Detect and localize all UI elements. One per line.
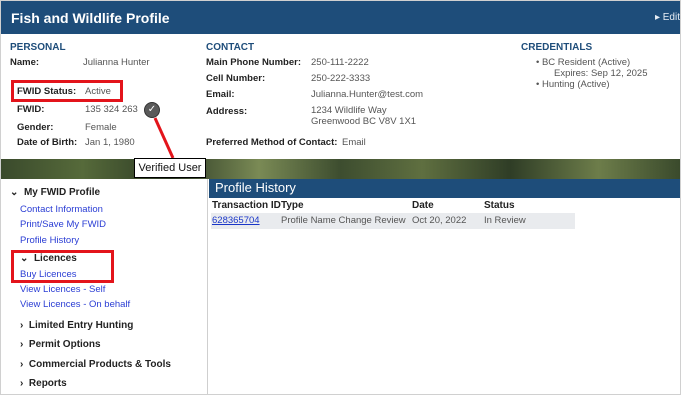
sidebar-section-limited-entry-label: Limited Entry Hunting	[28, 320, 134, 331]
sidebar-section-licences[interactable]: ⌄ Licences	[20, 253, 77, 264]
column-header-type: Type	[281, 200, 304, 211]
chevron-right-icon: ›	[20, 320, 24, 331]
transaction-date: Oct 20, 2022	[412, 215, 467, 226]
sidebar-link-profile-history[interactable]: Profile History	[20, 235, 79, 246]
verified-user-callout: Verified User	[134, 158, 206, 178]
chevron-right-icon: ›	[20, 378, 24, 389]
profile-history-header: Profile History	[209, 179, 680, 198]
chevron-right-icon: ›	[20, 359, 24, 370]
sidebar-section-permit-options[interactable]: › Permit Options	[20, 339, 101, 350]
sidebar-divider	[207, 179, 208, 394]
chevron-right-icon: ›	[20, 339, 24, 350]
column-header-transaction-id: Transaction ID	[212, 200, 281, 211]
sidebar-section-commercial[interactable]: › Commercial Products & Tools	[20, 359, 171, 370]
sidebar-link-print-save[interactable]: Print/Save My FWID	[20, 219, 106, 230]
transaction-type: Profile Name Change Review	[281, 215, 406, 226]
transaction-id-link[interactable]: 628365704	[212, 215, 260, 226]
sidebar-section-licences-label: Licences	[33, 253, 77, 264]
sidebar-section-reports[interactable]: › Reports	[20, 378, 67, 389]
column-header-date: Date	[412, 200, 434, 211]
sidebar-link-view-behalf[interactable]: View Licences - On behalf	[20, 299, 130, 310]
chevron-down-icon: ⌄	[20, 253, 29, 264]
sidebar-section-profile[interactable]: ⌄ My FWID Profile	[10, 187, 100, 198]
transaction-status: In Review	[484, 215, 526, 226]
app-frame: Fish and Wildlife Profile ▸ Edit PERSONA…	[0, 0, 681, 395]
sidebar-section-permit-options-label: Permit Options	[28, 339, 101, 350]
sidebar-section-profile-label: My FWID Profile	[23, 187, 101, 198]
column-header-status: Status	[484, 200, 515, 211]
sidebar-section-reports-label: Reports	[28, 378, 67, 389]
sidebar-link-view-self[interactable]: View Licences - Self	[20, 284, 105, 295]
profile-history-title: Profile History	[215, 180, 296, 195]
sidebar-link-buy-licences[interactable]: Buy Licences	[20, 269, 77, 280]
sidebar-link-contact-information[interactable]: Contact Information	[20, 204, 103, 215]
sidebar-section-commercial-label: Commercial Products & Tools	[28, 359, 171, 370]
sidebar-section-limited-entry[interactable]: › Limited Entry Hunting	[20, 320, 133, 331]
nature-banner-image	[1, 159, 680, 179]
chevron-down-icon: ⌄	[10, 187, 19, 198]
